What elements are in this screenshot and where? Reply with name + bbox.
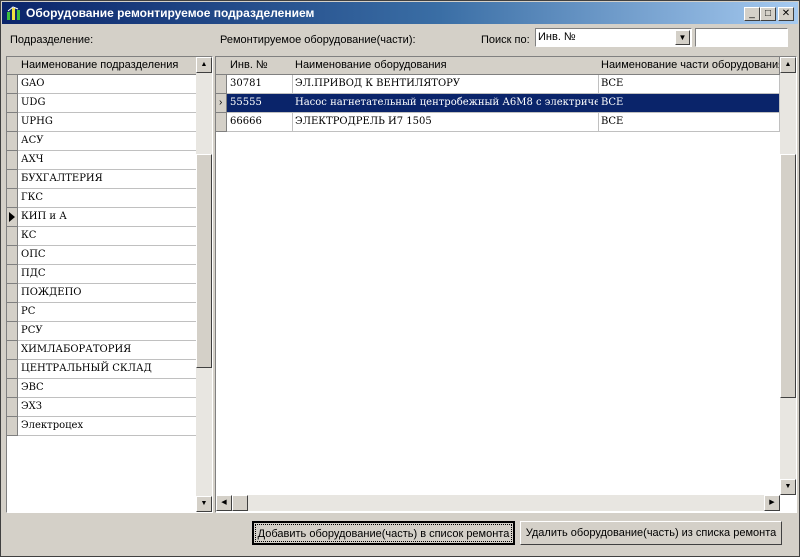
app-icon <box>7 6 20 20</box>
department-row[interactable]: БУХГАЛТЕРИЯ <box>18 170 197 189</box>
department-row[interactable]: КС <box>18 227 197 246</box>
search-input[interactable] <box>695 28 788 47</box>
row-indicator[interactable] <box>7 208 18 227</box>
add-equipment-button[interactable]: Добавить оборудование(часть) в список ре… <box>252 521 515 545</box>
row-indicator[interactable] <box>7 303 18 322</box>
equipment-name-cell[interactable]: ЭЛ.ПРИВОД К ВЕНТИЛЯТОРУ <box>292 75 599 94</box>
equipment-horizontal-scrollbar[interactable]: ◀ ▶ <box>216 495 780 511</box>
department-grid[interactable]: Наименование подразделения GAO UDG UPHG АСУ… <box>6 56 213 513</box>
main-window: Оборудование ремонтируемое подразделение… <box>0 0 800 557</box>
row-indicator[interactable] <box>7 189 18 208</box>
maximize-button[interactable]: □ <box>760 7 776 21</box>
row-indicator[interactable] <box>216 75 227 94</box>
scroll-left-button[interactable]: ◀ <box>216 495 232 511</box>
equipment-grid[interactable]: Инв. № Наименование оборудования Наимено… <box>215 56 797 513</box>
window-title: Оборудование ремонтируемое подразделение… <box>26 6 315 20</box>
row-indicator[interactable] <box>7 75 18 94</box>
scroll-right-button[interactable]: ▶ <box>764 495 780 511</box>
row-indicator[interactable] <box>7 379 18 398</box>
chevron-down-icon: ▼ <box>678 33 687 42</box>
title-bar[interactable]: Оборудование ремонтируемое подразделение… <box>2 2 798 24</box>
equipment-label: Ремонтируемое оборудование(части): <box>220 34 416 46</box>
equipment-vertical-scrollbar[interactable]: ▲ ▼ <box>780 57 796 495</box>
scroll-down-button[interactable]: ▼ <box>780 479 796 495</box>
department-row[interactable]: АСУ <box>18 132 197 151</box>
row-indicator[interactable] <box>7 132 18 151</box>
row-indicator[interactable] <box>7 284 18 303</box>
row-indicator[interactable]: › <box>216 94 227 113</box>
part-name-cell[interactable]: ВСЕ <box>598 75 780 94</box>
row-indicator[interactable] <box>7 151 18 170</box>
department-row[interactable]: ПДС <box>18 265 197 284</box>
department-row[interactable]: АХЧ <box>18 151 197 170</box>
department-row[interactable]: ПОЖДЕПО <box>18 284 197 303</box>
column-header-department[interactable]: Наименование подразделения <box>18 57 197 75</box>
row-indicator[interactable] <box>216 113 227 132</box>
inv-no-cell[interactable]: 30781 <box>227 75 293 94</box>
close-button[interactable]: ✕ <box>778 7 794 21</box>
row-indicator[interactable] <box>7 94 18 113</box>
row-indicator[interactable] <box>7 227 18 246</box>
part-name-cell[interactable]: ВСЕ <box>598 94 780 113</box>
department-row[interactable]: РС <box>18 303 197 322</box>
close-icon: ✕ <box>781 8 791 19</box>
row-indicator[interactable] <box>7 170 18 189</box>
department-row[interactable]: ГКС <box>18 189 197 208</box>
scroll-thumb[interactable] <box>780 154 796 398</box>
department-row[interactable]: UDG <box>18 94 197 113</box>
row-indicator[interactable] <box>7 398 18 417</box>
department-vertical-scrollbar[interactable]: ▲ ▼ <box>196 57 212 512</box>
column-header-part-name[interactable]: Наименование части оборудования <box>598 57 780 75</box>
search-field-select[interactable]: Инв. № ▼ <box>535 28 692 47</box>
department-row[interactable]: ОПС <box>18 246 197 265</box>
scroll-down-button[interactable]: ▼ <box>196 496 212 512</box>
scroll-thumb[interactable] <box>196 154 212 368</box>
horizontal-scroll-thumb[interactable] <box>232 495 248 511</box>
column-header-inv-no[interactable]: Инв. № <box>227 57 293 75</box>
department-row[interactable]: GAO <box>18 75 197 94</box>
column-header-equipment-name[interactable]: Наименование оборудования <box>292 57 599 75</box>
row-indicator[interactable] <box>7 322 18 341</box>
row-indicator[interactable] <box>7 265 18 284</box>
dropdown-button[interactable]: ▼ <box>675 30 690 45</box>
department-row[interactable]: КИП и А <box>18 208 197 227</box>
row-indicator[interactable] <box>7 113 18 132</box>
scroll-up-button[interactable]: ▲ <box>780 57 796 73</box>
row-indicator[interactable] <box>7 246 18 265</box>
search-by-label: Поиск по: <box>481 34 530 46</box>
minimize-button[interactable]: _ <box>744 7 760 21</box>
equipment-name-cell[interactable]: ЭЛЕКТРОДРЕЛЬ И7 1505 <box>292 113 599 132</box>
department-row[interactable]: UPHG <box>18 113 197 132</box>
part-name-cell[interactable]: ВСЕ <box>598 113 780 132</box>
equipment-name-cell[interactable]: Насос нагнетательный центробежный А6М8 с… <box>292 94 599 113</box>
inv-no-cell[interactable]: 55555 <box>227 94 293 113</box>
department-row[interactable]: ЭХЗ <box>18 398 197 417</box>
scroll-up-button[interactable]: ▲ <box>196 57 212 73</box>
minimize-icon: _ <box>749 8 755 19</box>
department-row[interactable]: РСУ <box>18 322 197 341</box>
current-row-arrow-icon <box>9 212 15 222</box>
department-label: Подразделение: <box>10 34 94 46</box>
remove-equipment-button[interactable]: Удалить оборудование(часть) из списка ре… <box>520 521 782 545</box>
current-row-arrow-icon: › <box>219 97 223 108</box>
search-field-value: Инв. № <box>538 31 576 43</box>
inv-no-cell[interactable]: 66666 <box>227 113 293 132</box>
department-row[interactable]: ХИМЛАБОРАТОРИЯ <box>18 341 197 360</box>
maximize-icon: □ <box>764 8 772 19</box>
department-row[interactable]: ЭВС <box>18 379 197 398</box>
department-row[interactable]: Электроцех <box>18 417 197 436</box>
row-indicator[interactable] <box>7 341 18 360</box>
department-row[interactable]: ЦЕНТРАЛЬНЫЙ СКЛАД <box>18 360 197 379</box>
row-indicator[interactable] <box>7 360 18 379</box>
row-indicator[interactable] <box>7 417 18 436</box>
